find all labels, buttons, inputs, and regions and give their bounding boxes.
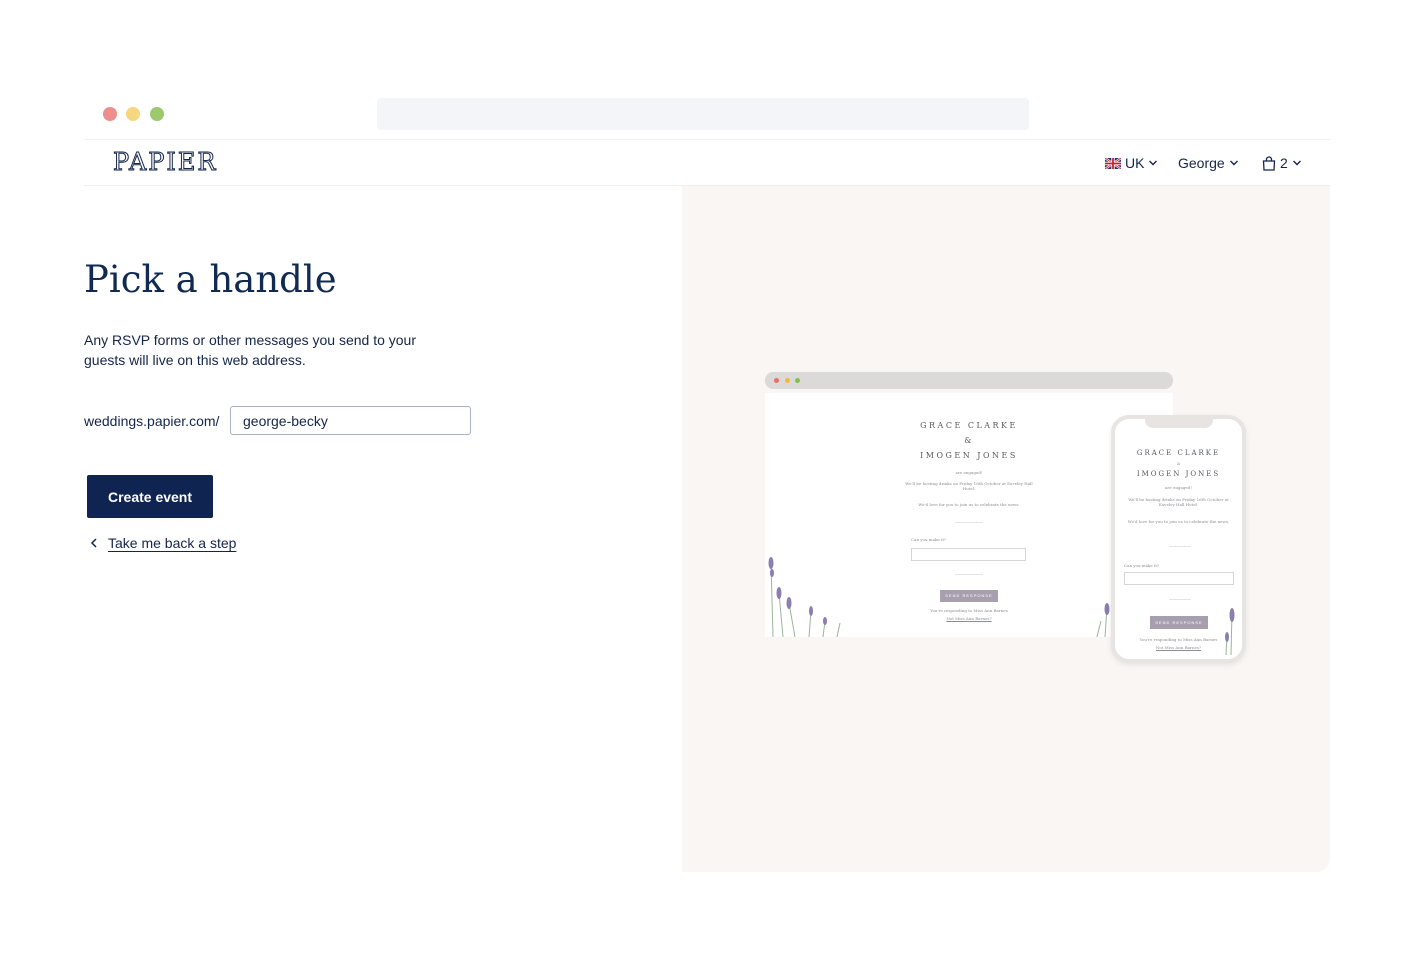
chevron-down-icon [1292,160,1301,166]
cart-count: 2 [1280,155,1288,171]
preview-ampersand: & [1176,461,1181,466]
uk-flag-icon [1105,157,1121,169]
preview-name-2: IMOGEN JONES [1136,470,1221,478]
preview-divider [1169,546,1191,547]
preview-divider [955,574,983,575]
preview-send-button: SEND RESPONSE [940,590,998,602]
mockup-yellow-dot [785,378,790,383]
preview-details: We'll be hosting drinks on Friday 16th O… [1128,497,1229,507]
cart-menu[interactable]: 2 [1262,155,1302,171]
mockup-red-dot [774,378,779,383]
minimize-window-dot[interactable] [126,107,140,121]
region-label: UK [1125,155,1145,171]
account-menu[interactable]: George [1178,155,1239,171]
preview-name-1: GRACE CLARKE [1136,449,1221,457]
create-event-button[interactable]: Create event [87,475,213,518]
preview-details: We'll be hosting drinks on Friday 16th O… [905,481,1033,491]
preview-question: Can you make it? [911,537,947,542]
maximize-window-dot[interactable] [150,107,164,121]
preview-rsvp-select [911,548,1026,561]
chevron-down-icon [1229,160,1238,166]
url-prefix: weddings.papier.com/ [84,413,220,429]
title-bar [84,96,1330,140]
preview-send-button: SEND RESPONSE [1150,616,1208,629]
handle-input[interactable] [230,406,471,435]
mockup-browser-bar [765,372,1173,389]
preview-divider [1169,599,1191,600]
preview-rsvp-select [1124,572,1234,585]
page-title: Pick a handle [84,258,337,301]
papier-logo[interactable]: PAPIER [113,148,218,177]
preview-invite: We'd love for you to join us to celebrat… [1127,519,1230,524]
preview-question: Can you make it? [1124,563,1160,568]
mockup-green-dot [795,378,800,383]
site-header: PAPIER UK George 2 [84,142,1330,186]
back-link-label: Take me back a step [108,535,237,551]
mobile-preview-mockup: GRACE CLARKE & IMOGEN JONES are engaged!… [1111,415,1246,663]
close-window-dot[interactable] [103,107,117,121]
preview-divider [955,522,983,523]
user-name: George [1178,155,1225,171]
region-selector[interactable]: UK [1105,155,1158,171]
lavender-illustration [768,557,841,637]
chevron-left-icon [90,538,97,548]
preview-engaged: are engaged! [1165,485,1192,490]
shopping-bag-icon [1262,155,1276,171]
chevron-down-icon [1149,160,1158,166]
page-description: Any RSVP forms or other messages you sen… [84,332,417,368]
lavender-illustration [1225,608,1235,655]
phone-notch [1145,418,1213,428]
address-bar[interactable] [377,98,1029,130]
back-link[interactable]: Take me back a step [90,535,236,551]
lavender-illustration [1096,603,1110,637]
